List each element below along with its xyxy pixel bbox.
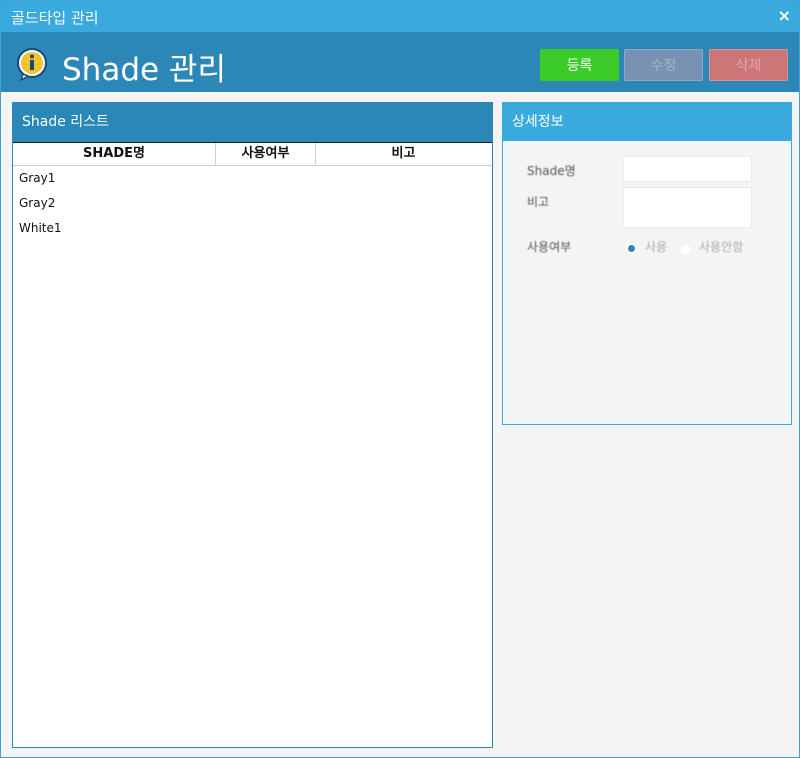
page-header: Shade 관리 등록 수정 삭제 bbox=[1, 32, 799, 92]
table-row[interactable]: Gray1 bbox=[13, 166, 492, 191]
title-bar: 골드타입 관리 × bbox=[1, 1, 799, 32]
edit-button[interactable]: 수정 bbox=[624, 49, 703, 81]
page-title: Shade 관리 bbox=[62, 52, 226, 88]
radio-not-use-label: 사용안함 bbox=[699, 240, 744, 254]
shade-name-cell: White1 bbox=[19, 221, 62, 235]
shade-name-cell: Gray1 bbox=[19, 171, 56, 185]
detail-title: 상세정보 bbox=[503, 103, 791, 141]
register-button[interactable]: 등록 bbox=[540, 49, 619, 81]
column-header-shade-name[interactable]: SHADE명 bbox=[13, 143, 216, 165]
shade-name-label: Shade명 bbox=[527, 164, 576, 178]
info-icon bbox=[17, 48, 47, 81]
shade-management-window: 골드타입 관리 × Shade 관리 등록 수정 삭제 Shade 리스트 SH… bbox=[0, 0, 800, 758]
radio-not-use[interactable] bbox=[679, 243, 692, 256]
detail-panel: 상세정보 Shade명 비고 사용여부 사용 사용안함 bbox=[502, 102, 792, 425]
radio-use[interactable] bbox=[626, 243, 637, 254]
radio-use-label: 사용 bbox=[645, 240, 668, 254]
close-icon[interactable]: × bbox=[778, 6, 791, 25]
note-label: 비고 bbox=[527, 195, 550, 209]
shade-list-title: Shade 리스트 bbox=[13, 103, 492, 142]
delete-button[interactable]: 삭제 bbox=[709, 49, 788, 81]
note-field[interactable] bbox=[623, 187, 752, 228]
column-header-use[interactable]: 사용여부 bbox=[216, 143, 316, 165]
shade-name-field[interactable] bbox=[623, 156, 752, 182]
table-row[interactable]: White1 bbox=[13, 216, 492, 241]
use-label: 사용여부 bbox=[527, 240, 572, 254]
shade-list-panel: Shade 리스트 SHADE명 사용여부 비고 Gray1 Gray2 Whi… bbox=[12, 102, 493, 748]
table-row[interactable]: Gray2 bbox=[13, 191, 492, 216]
shade-name-cell: Gray2 bbox=[19, 196, 56, 210]
column-header-note[interactable]: 비고 bbox=[316, 143, 491, 165]
window-title: 골드타입 관리 bbox=[11, 9, 99, 27]
grid-header: SHADE명 사용여부 비고 bbox=[13, 142, 492, 166]
